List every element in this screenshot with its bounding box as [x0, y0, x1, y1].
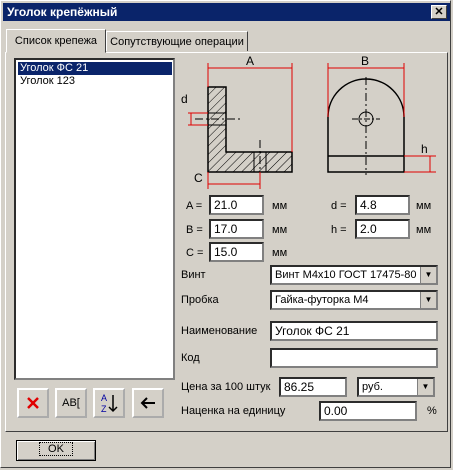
name-label: Наименование [181, 325, 258, 337]
dim-h-unit: мм [416, 224, 432, 236]
sort-button[interactable]: A Z [93, 388, 125, 418]
bracket-drawing: A d C B h [181, 55, 436, 189]
name-input[interactable]: Уголок ФС 21 [270, 321, 438, 341]
delete-button[interactable] [17, 388, 49, 418]
list-item-label: Уголок 123 [20, 75, 76, 87]
arrow-left-icon [140, 397, 155, 409]
tab-label: Список крепежа [14, 35, 98, 47]
red-x-icon [27, 397, 39, 409]
dim-d-unit: мм [416, 200, 432, 212]
dim-h-label: h [421, 142, 428, 156]
title-bar: Уголок крепёжный ✕ [3, 3, 450, 21]
screw-value: Винт М4х10 ГОСТ 17475-80 [275, 269, 417, 281]
ok-button[interactable]: OK [16, 440, 96, 461]
dim-b-label: B [361, 55, 369, 68]
side-view: A d C [181, 55, 293, 189]
screw-label: Винт [181, 269, 206, 281]
dim-h-value: 2.0 [360, 222, 377, 236]
dim-a-input[interactable]: 21.0 [209, 195, 264, 215]
dim-a-value: 21.0 [214, 198, 238, 212]
name-value: Уголок ФС 21 [275, 324, 350, 338]
window-title: Уголок крепёжный [7, 5, 118, 19]
dim-a-field-label: A = [186, 200, 203, 212]
dim-c-label: C [194, 171, 203, 185]
currency-select[interactable]: руб. ▼ [357, 377, 435, 397]
back-button[interactable] [132, 388, 164, 418]
dim-b-unit: мм [272, 224, 288, 236]
tab-label: Сопутствующие операции [110, 36, 244, 48]
tab-fasteners-list[interactable]: Список крепежа [6, 29, 106, 53]
chevron-down-icon[interactable]: ▼ [417, 379, 433, 395]
screw-select[interactable]: Винт М4х10 ГОСТ 17475-80 ▼ [270, 265, 438, 285]
dim-a-unit: мм [272, 200, 288, 212]
dim-h-input[interactable]: 2.0 [355, 219, 410, 239]
list-item[interactable]: Уголок 123 [18, 75, 172, 88]
price-label: Цена за 100 штук [181, 381, 271, 393]
code-label: Код [181, 352, 200, 364]
dim-c-field-label: C = [186, 247, 204, 259]
front-view: B h [327, 55, 436, 175]
markup-input[interactable]: 0.00 [319, 401, 417, 421]
dim-c-input[interactable]: 15.0 [209, 242, 264, 262]
rename-icon: AB[ [62, 397, 80, 409]
plug-label: Пробка [181, 294, 219, 306]
price-input[interactable]: 86.25 [279, 377, 347, 397]
sort-az-icon: A Z [101, 393, 118, 414]
fasteners-listbox[interactable]: Уголок ФС 21 Уголок 123 [14, 58, 175, 380]
plug-value: Гайка-футорка М4 [275, 294, 369, 306]
dim-d-value: 4.8 [360, 198, 377, 212]
dim-b-input[interactable]: 17.0 [209, 219, 264, 239]
markup-label: Наценка на единицу [181, 405, 286, 417]
dim-b-field-label: B = [186, 224, 203, 236]
dim-d-label: d [181, 92, 188, 106]
plug-select[interactable]: Гайка-футорка М4 ▼ [270, 290, 438, 310]
dim-c-value: 15.0 [214, 245, 238, 259]
currency-value: руб. [362, 381, 383, 393]
chevron-down-icon[interactable]: ▼ [420, 292, 436, 308]
chevron-down-icon[interactable]: ▼ [420, 267, 436, 283]
rename-button[interactable]: AB[ [55, 388, 87, 418]
svg-text:Z: Z [101, 404, 107, 414]
tab-related-operations[interactable]: Сопутствующие операции [106, 31, 248, 51]
ok-label: OK [39, 442, 73, 456]
close-button[interactable]: ✕ [431, 5, 447, 19]
markup-unit: % [427, 405, 437, 417]
list-item-label: Уголок ФС 21 [20, 62, 89, 74]
dim-d-field-label: d = [331, 200, 347, 212]
dim-h-field-label: h = [331, 224, 347, 236]
dim-c-unit: мм [272, 247, 288, 259]
list-item[interactable]: Уголок ФС 21 [18, 62, 172, 75]
dim-d-input[interactable]: 4.8 [355, 195, 410, 215]
dim-a-label: A [246, 55, 254, 68]
close-icon: ✕ [434, 6, 444, 18]
svg-text:A: A [101, 393, 107, 403]
dim-b-value: 17.0 [214, 222, 238, 236]
markup-value: 0.00 [324, 404, 348, 418]
code-input[interactable] [270, 348, 438, 368]
price-value: 86.25 [284, 380, 315, 394]
